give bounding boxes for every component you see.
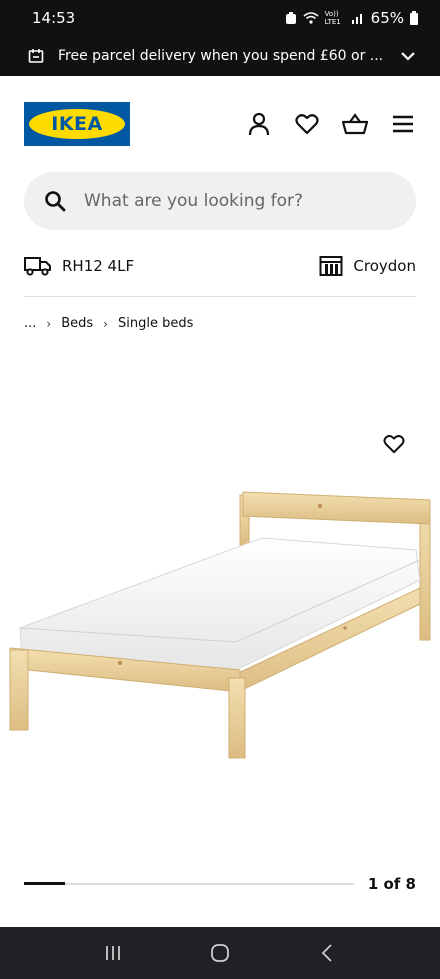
image-counter: 1 of 8: [367, 875, 416, 893]
account-icon: [248, 112, 270, 136]
recent-apps-button[interactable]: [93, 933, 133, 973]
wifi-icon: [303, 12, 319, 24]
network-label: Vo)) LTE1: [324, 10, 341, 26]
back-icon: [321, 944, 332, 962]
logo-wordmark: IKEA: [51, 113, 103, 135]
delivery-postcode[interactable]: RH12 4LF: [24, 256, 134, 276]
chevron-right-icon: ›: [103, 316, 108, 331]
basket-button[interactable]: [342, 111, 368, 137]
store-label: Croydon: [353, 257, 416, 275]
location-row: RH12 4LF Croydon: [24, 244, 416, 288]
image-carousel-indicator: 1 of 8: [24, 866, 416, 902]
promo-banner[interactable]: Free parcel delivery when you spend £60 …: [0, 36, 440, 76]
store-icon: [319, 256, 343, 276]
battery-percentage: 65%: [370, 9, 404, 27]
search-input[interactable]: [84, 191, 396, 211]
chevron-right-icon: ›: [46, 316, 52, 331]
search-icon: [45, 191, 66, 212]
heart-icon: [383, 435, 405, 454]
home-icon: [211, 944, 229, 962]
carousel-progress: [24, 882, 66, 885]
breadcrumb: ... › Beds › Single beds: [24, 316, 193, 331]
breadcrumb-item-single-beds[interactable]: Single beds: [118, 316, 193, 331]
status-icons: Vo)) LTE1 65%: [285, 9, 418, 27]
postcode-label: RH12 4LF: [62, 257, 135, 275]
ikea-logo[interactable]: IKEA: [24, 102, 130, 146]
header-actions: [246, 111, 416, 137]
favourites-button[interactable]: [294, 111, 320, 137]
logo-oval: IKEA: [29, 109, 125, 139]
divider: [24, 296, 416, 297]
delivery-truck-icon: [24, 257, 51, 276]
promo-text: Free parcel delivery when you spend £60 …: [58, 48, 384, 64]
notification-icon: [285, 12, 296, 24]
home-button[interactable]: [200, 933, 240, 973]
carousel-track[interactable]: [24, 882, 354, 885]
breadcrumb-ellipsis[interactable]: ...: [24, 316, 36, 331]
heart-icon: [295, 114, 319, 135]
recent-apps-icon: [106, 946, 121, 960]
calendar-icon: [28, 49, 44, 63]
site-header: IKEA: [0, 76, 440, 172]
store-selector[interactable]: Croydon: [319, 255, 416, 277]
chevron-down-icon[interactable]: [400, 48, 416, 64]
menu-icon: [393, 115, 413, 133]
search-bar[interactable]: [24, 172, 416, 230]
status-time: 14:53: [32, 9, 76, 27]
account-button[interactable]: [246, 111, 272, 137]
back-button[interactable]: [307, 933, 347, 973]
favourite-product-button[interactable]: [380, 430, 408, 458]
signal-icon: [351, 14, 362, 24]
breadcrumb-item-beds[interactable]: Beds: [61, 316, 93, 331]
status-bar: 14:53 Vo)) LTE1 65%: [0, 0, 440, 36]
system-nav-bar: [0, 927, 440, 979]
product-image[interactable]: [0, 420, 440, 780]
battery-icon: [410, 11, 418, 25]
menu-button[interactable]: [390, 111, 416, 137]
basket-icon: [342, 113, 368, 135]
